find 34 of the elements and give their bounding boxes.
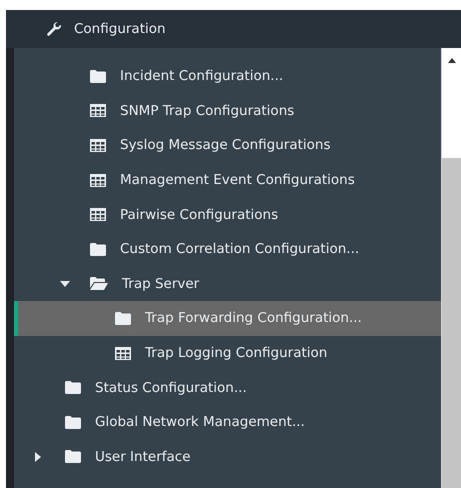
table-icon — [90, 208, 106, 222]
caret-right-icon[interactable] — [35, 452, 41, 462]
caret-down-icon[interactable] — [60, 280, 70, 287]
table-icon — [90, 104, 106, 118]
tree-item[interactable]: Syslog Message Configurations — [120, 137, 331, 154]
tree-item[interactable]: Trap Logging Configuration — [14, 336, 441, 370]
tree-item[interactable]: Custom Correlation Configuration... — [120, 241, 360, 258]
tree-item[interactable]: Trap Server — [122, 276, 200, 292]
tree-item[interactable]: Management Event Configurations — [120, 172, 355, 188]
tree-item[interactable]: Incident Configuration... — [120, 68, 284, 84]
table-icon — [115, 346, 131, 360]
open-folder-icon — [90, 277, 108, 290]
scrollbar[interactable] — [441, 48, 461, 488]
tree-item[interactable]: Trap Forwarding Configuration... — [14, 301, 441, 336]
tree-item[interactable]: SNMP Trap Configurations — [120, 102, 294, 119]
tree-item[interactable]: Pairwise Configurations — [120, 206, 278, 223]
tree-item[interactable]: Global Network Management... — [95, 414, 305, 430]
folder-icon — [90, 242, 106, 256]
folder-icon — [65, 450, 81, 464]
selection-bar — [14, 301, 18, 336]
scroll-up-icon[interactable] — [448, 58, 456, 63]
folder-icon — [115, 312, 131, 325]
folder-icon — [90, 70, 106, 83]
panel-title: Configuration — [74, 21, 166, 37]
folder-icon — [65, 416, 81, 429]
tree-item[interactable]: User Interface — [95, 448, 191, 465]
wrench-icon — [46, 21, 62, 37]
item-label: Trap Forwarding Configuration... — [145, 310, 362, 326]
scroll-thumb[interactable] — [442, 158, 461, 488]
item-label: Trap Logging Configuration — [145, 345, 328, 362]
table-icon — [90, 138, 106, 152]
tree-item[interactable]: Status Configuration... — [95, 380, 247, 396]
table-icon — [90, 174, 106, 187]
folder-icon — [65, 381, 81, 394]
